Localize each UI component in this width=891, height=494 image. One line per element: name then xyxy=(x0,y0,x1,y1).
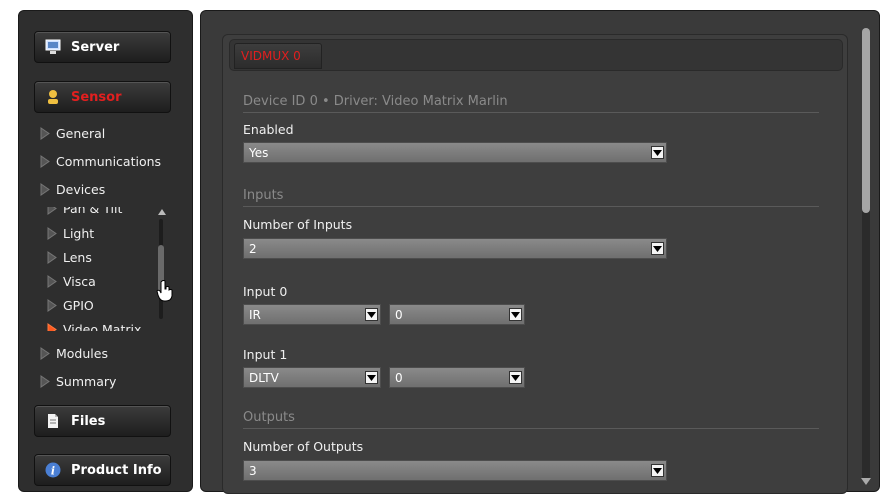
outputs-section-title: Outputs xyxy=(243,410,819,429)
triangle-right-icon xyxy=(40,126,50,140)
monitor-icon xyxy=(45,39,61,55)
select-value: 0 xyxy=(395,307,403,322)
input-0-channel-select[interactable]: 0 xyxy=(389,304,525,325)
triangle-right-icon xyxy=(47,226,57,240)
sub-item-pan-tilt[interactable]: Pan & Tilt xyxy=(47,207,122,217)
nav-item-label: Devices xyxy=(56,181,106,197)
input-0-label: Input 0 xyxy=(243,284,288,299)
sub-item-label: Light xyxy=(63,225,95,241)
nav-item-modules[interactable]: Modules xyxy=(40,344,108,362)
device-header: Device ID 0 • Driver: Video Matrix Marli… xyxy=(243,94,819,113)
nav-item-general[interactable]: General xyxy=(40,124,105,142)
select-value: IR xyxy=(249,307,261,322)
sub-item-visca[interactable]: Visca xyxy=(47,272,96,290)
number-of-outputs-label: Number of Outputs xyxy=(243,439,364,454)
sub-item-label: Pan & Tilt xyxy=(63,207,123,216)
files-button[interactable]: Files xyxy=(34,405,171,437)
chevron-down-icon[interactable] xyxy=(509,371,522,384)
chevron-down-icon[interactable] xyxy=(365,371,378,384)
sub-item-label: GPIO xyxy=(63,297,94,313)
number-of-outputs-select[interactable]: 3 xyxy=(243,460,667,481)
sidebar: Server Sensor General Communications Dev… xyxy=(18,10,193,492)
triangle-right-icon xyxy=(47,298,57,312)
document-icon xyxy=(45,413,61,429)
sub-item-label: Visca xyxy=(63,273,96,289)
triangle-right-icon xyxy=(40,182,50,196)
scrollbar-thumb[interactable] xyxy=(862,28,870,213)
nav-item-summary[interactable]: Summary xyxy=(40,372,116,390)
select-value: DLTV xyxy=(249,370,279,385)
select-value: 2 xyxy=(249,241,257,256)
enabled-label: Enabled xyxy=(243,122,294,137)
sub-item-lens[interactable]: Lens xyxy=(47,248,92,266)
select-value: 0 xyxy=(395,370,403,385)
sub-item-video-matrix[interactable]: Video Matrix xyxy=(47,320,141,331)
nav-item-label: Modules xyxy=(56,345,108,361)
device-config-panel: VIDMUX 0 Device ID 0 • Driver: Video Mat… xyxy=(222,34,848,494)
nav-item-label: Summary xyxy=(56,373,117,389)
number-of-inputs-select[interactable]: 2 xyxy=(243,238,667,259)
nav-item-label: Communications xyxy=(56,153,162,169)
input-0-source-select[interactable]: IR xyxy=(243,304,381,325)
inputs-section-title: Inputs xyxy=(243,188,819,207)
sensor-label: Sensor xyxy=(71,89,122,105)
triangle-right-icon xyxy=(40,154,50,168)
enabled-select[interactable]: Yes xyxy=(243,142,667,163)
hand-pointer-icon xyxy=(156,280,173,302)
triangle-right-icon xyxy=(47,207,57,215)
nav-item-label: General xyxy=(56,125,106,141)
sub-item-label: Lens xyxy=(63,249,92,265)
product-info-button[interactable]: i Product Info xyxy=(34,454,171,486)
files-label: Files xyxy=(71,413,106,429)
nav-item-devices[interactable]: Devices xyxy=(40,180,105,198)
sub-item-light[interactable]: Light xyxy=(47,224,94,242)
main-scrollbar[interactable] xyxy=(860,28,872,488)
chevron-down-icon[interactable] xyxy=(651,146,664,159)
sensor-button[interactable]: Sensor xyxy=(34,81,171,113)
triangle-right-icon xyxy=(47,274,57,288)
chevron-down-icon[interactable] xyxy=(365,308,378,321)
chevron-down-icon[interactable] xyxy=(651,464,664,477)
number-of-inputs-label: Number of Inputs xyxy=(243,217,353,232)
tab-bar: VIDMUX 0 xyxy=(229,39,843,71)
scroll-up-icon[interactable] xyxy=(158,209,166,215)
input-1-source-select[interactable]: DLTV xyxy=(243,367,381,388)
product-info-label: Product Info xyxy=(71,462,162,478)
chevron-down-icon[interactable] xyxy=(509,308,522,321)
devices-scrollbar[interactable] xyxy=(156,209,166,327)
sub-item-gpio[interactable]: GPIO xyxy=(47,296,94,314)
chevron-down-icon[interactable] xyxy=(651,242,664,255)
select-value: 3 xyxy=(249,463,257,478)
triangle-right-icon xyxy=(40,346,50,360)
info-icon: i xyxy=(45,462,61,478)
person-icon xyxy=(45,89,61,105)
input-1-label: Input 1 xyxy=(243,347,288,362)
svg-text:i: i xyxy=(51,465,55,478)
nav-item-communications[interactable]: Communications xyxy=(40,152,161,170)
triangle-right-active-icon xyxy=(47,322,57,331)
input-1-channel-select[interactable]: 0 xyxy=(389,367,525,388)
sub-item-label: Video Matrix xyxy=(63,321,142,332)
tab-vidmux-0[interactable]: VIDMUX 0 xyxy=(234,43,322,69)
scroll-down-icon[interactable] xyxy=(861,478,871,486)
triangle-right-icon xyxy=(40,374,50,388)
select-value: Yes xyxy=(249,145,269,160)
triangle-right-icon xyxy=(47,250,57,264)
server-label: Server xyxy=(71,39,120,55)
server-button[interactable]: Server xyxy=(34,31,171,63)
